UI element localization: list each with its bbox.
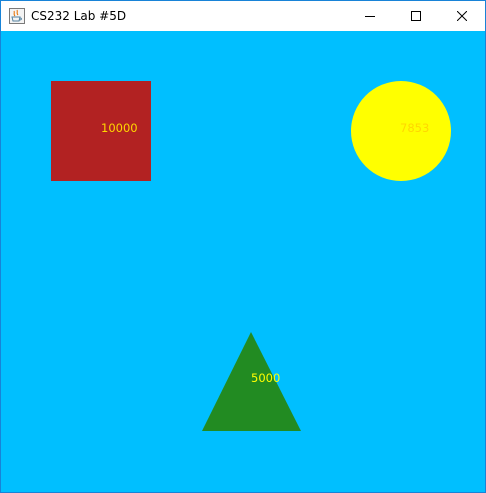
- maximize-icon: [411, 11, 421, 21]
- shapes-svg: 10000 7853 5000: [51, 81, 451, 431]
- circle-area-label: 7853: [400, 121, 429, 135]
- title-bar[interactable]: CS232 Lab #5D: [1, 1, 485, 31]
- maximize-button[interactable]: [393, 1, 439, 31]
- triangle-area-label: 5000: [251, 371, 280, 385]
- window-title: CS232 Lab #5D: [31, 9, 127, 23]
- close-icon: [457, 11, 467, 21]
- drawing-canvas: 10000 7853 5000: [1, 31, 485, 492]
- app-window: CS232 Lab #5D 10000 7853 5000: [0, 0, 486, 493]
- minimize-button[interactable]: [347, 1, 393, 31]
- square-area-label: 10000: [101, 121, 138, 135]
- minimize-icon: [365, 16, 375, 17]
- close-button[interactable]: [439, 1, 485, 31]
- java-cup-icon: [9, 8, 25, 24]
